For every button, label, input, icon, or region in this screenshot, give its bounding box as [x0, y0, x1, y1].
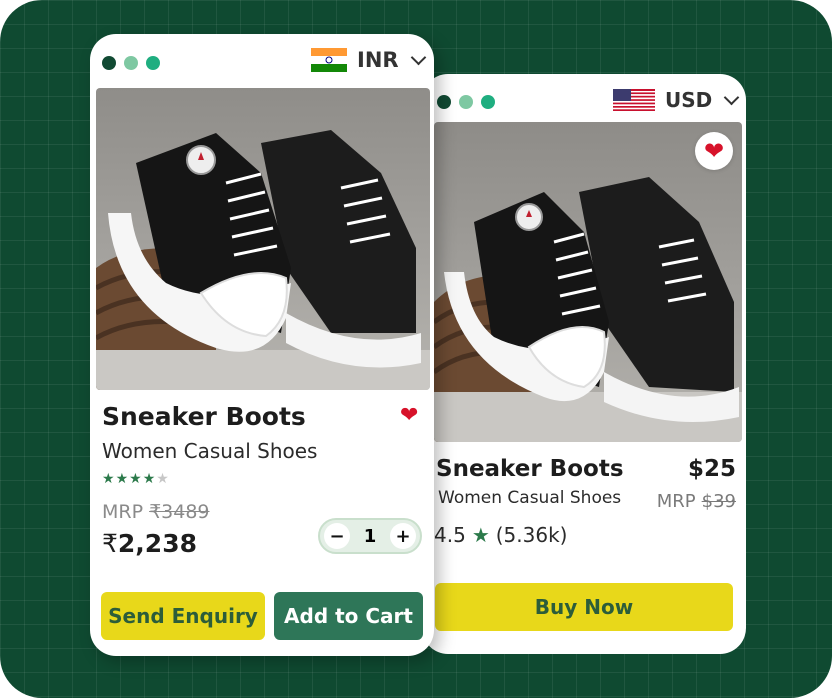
product-image[interactable]: [434, 122, 742, 442]
product-card-inr: INR Sneaker Boots ❤ Women Casual Shoes ★…: [90, 34, 434, 656]
currency-code: USD: [665, 88, 713, 112]
heart-icon: ❤: [703, 137, 725, 165]
star-icon: ★: [142, 471, 157, 487]
star-empty-icon: ★: [156, 471, 170, 487]
dot-icon: [102, 56, 116, 70]
chevron-down-icon: [723, 89, 740, 105]
window-dots: [102, 56, 160, 70]
star-rating: ★★★★★: [102, 471, 170, 487]
rating-value: 4.5: [434, 523, 466, 547]
product-subtitle: Women Casual Shoes: [438, 488, 622, 508]
quantity-stepper: − 1 +: [318, 518, 422, 554]
mrp-block: MRP ₹3489: [102, 501, 210, 523]
currency-selector[interactable]: INR: [311, 48, 426, 72]
dot-icon: [146, 56, 160, 70]
window-dots: [437, 95, 495, 109]
currency-selector[interactable]: USD: [613, 88, 740, 112]
star-icon: ★: [471, 523, 490, 547]
product-subtitle: Women Casual Shoes: [102, 439, 318, 463]
product-price: $25: [687, 456, 736, 482]
mrp-label: MRP: [656, 491, 696, 512]
product-image[interactable]: [96, 88, 430, 390]
product-title: Sneaker Boots: [102, 402, 306, 431]
background-stage: USD ❤ Sneaker Boots $25 Women Casual Sho…: [0, 0, 832, 698]
mrp-block: MRP $39: [657, 491, 736, 512]
mrp-value: $39: [701, 491, 736, 512]
india-flag-icon: [311, 48, 347, 72]
rating-count: (5.36k): [495, 523, 568, 547]
product-title: Sneaker Boots: [436, 456, 624, 482]
wishlist-button[interactable]: ❤: [695, 132, 733, 170]
price: ₹2,238: [102, 529, 197, 558]
buy-now-button[interactable]: Buy Now: [435, 583, 733, 631]
sneaker-image: [96, 130, 430, 390]
heart-icon[interactable]: ❤: [400, 403, 418, 428]
decrement-button[interactable]: −: [324, 523, 350, 549]
dot-icon: [459, 95, 473, 109]
star-icon: ★: [115, 471, 130, 487]
mrp-value: ₹3489: [149, 501, 210, 523]
sneaker-image: [434, 177, 742, 442]
dot-icon: [437, 95, 451, 109]
price-value: 2,238: [117, 529, 197, 558]
star-icon: ★: [102, 471, 116, 487]
us-flag-icon: [613, 89, 655, 111]
rating-row: 4.5 ★ (5.36k): [434, 523, 567, 547]
send-enquiry-button[interactable]: Send Enquiry: [101, 592, 265, 640]
rupee-symbol: ₹: [102, 529, 118, 558]
dot-icon: [481, 95, 495, 109]
chevron-down-icon: [410, 49, 426, 65]
add-to-cart-button[interactable]: Add to Cart: [274, 592, 423, 640]
increment-button[interactable]: +: [390, 523, 416, 549]
dot-icon: [124, 56, 138, 70]
currency-code: INR: [357, 48, 399, 72]
product-card-usd: USD ❤ Sneaker Boots $25 Women Casual Sho…: [422, 74, 746, 654]
star-icon: ★: [129, 471, 143, 487]
mrp-label: MRP: [102, 501, 144, 523]
quantity-value: 1: [363, 525, 377, 547]
